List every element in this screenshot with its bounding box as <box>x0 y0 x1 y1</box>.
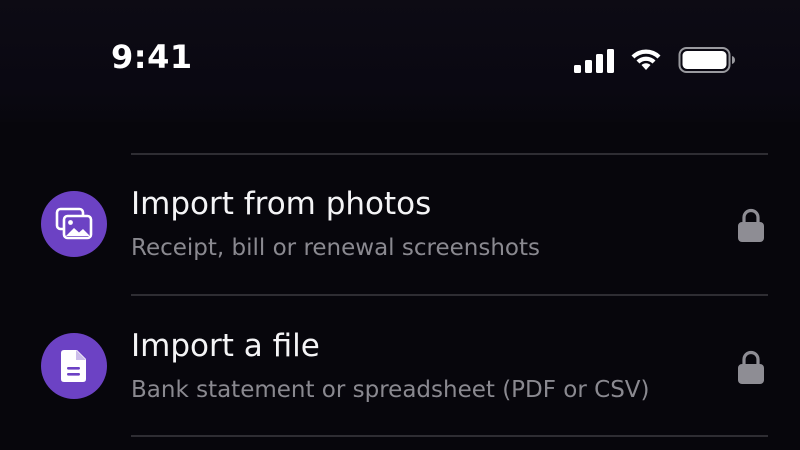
lock-icon <box>738 208 764 242</box>
status-bar: 9:41 <box>0 0 800 122</box>
cellular-signal-icon <box>574 49 614 73</box>
import-a-file-row[interactable]: Import a file Bank statement or spreadsh… <box>0 296 800 436</box>
import-a-file-subtitle: Bank statement or spreadsheet (PDF or CS… <box>131 377 650 403</box>
document-icon <box>41 333 107 399</box>
photos-icon <box>41 191 107 257</box>
status-bar-time: 9:41 <box>111 38 193 76</box>
battery-icon <box>678 47 735 73</box>
import-from-photos-subtitle: Receipt, bill or renewal screenshots <box>131 235 540 261</box>
import-from-photos-title: Import from photos <box>131 186 432 222</box>
import-from-photos-row[interactable]: Import from photos Receipt, bill or rene… <box>0 154 800 294</box>
import-a-file-title: Import a file <box>131 328 320 364</box>
divider-bottom <box>131 435 768 437</box>
lock-icon <box>738 350 764 384</box>
wifi-icon <box>631 49 661 70</box>
